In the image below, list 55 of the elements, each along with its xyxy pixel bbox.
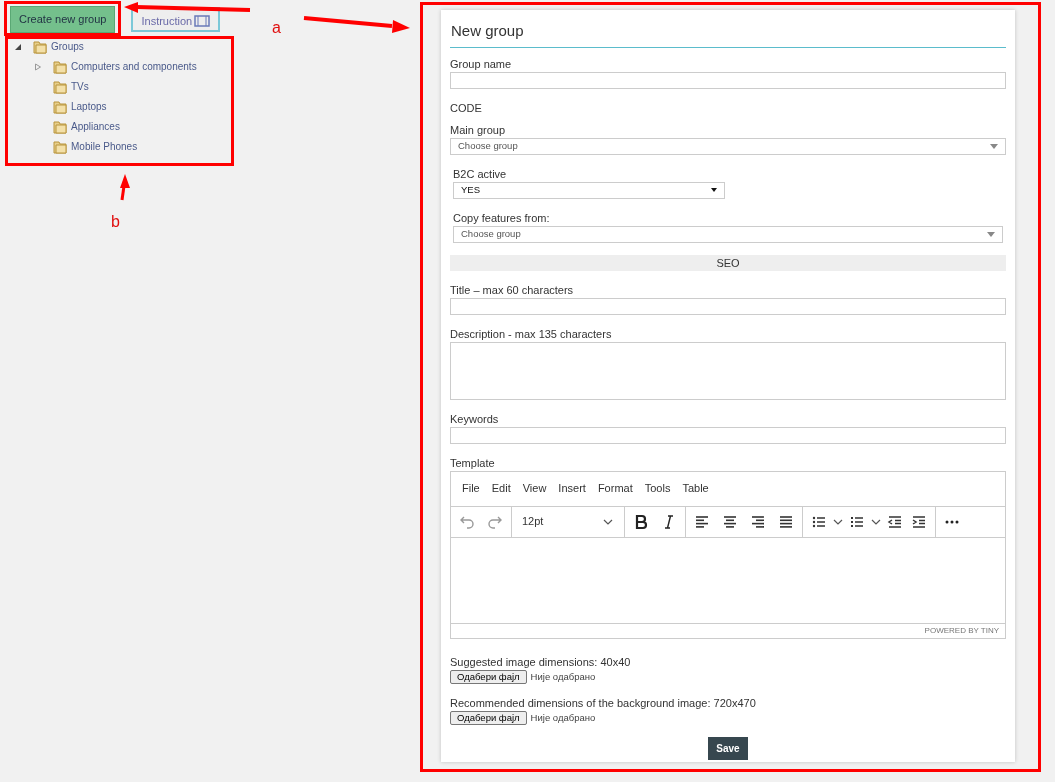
folder-icon bbox=[52, 98, 68, 115]
tree-item[interactable]: Laptops bbox=[71, 96, 107, 117]
annotation-label: a bbox=[272, 18, 281, 38]
code-label: CODE bbox=[450, 100, 483, 115]
field-label: Recommended dimensions of the background image: 720x470 bbox=[450, 695, 757, 710]
menu-item[interactable]: Edit bbox=[485, 480, 517, 497]
menu-item[interactable]: Format bbox=[591, 480, 639, 497]
file-status: Није одабрано bbox=[530, 669, 596, 684]
menu-item[interactable]: View bbox=[516, 480, 553, 497]
form-title: New group bbox=[450, 16, 1006, 48]
field-label: Copy features from: bbox=[453, 210, 551, 225]
folder-icon bbox=[52, 138, 68, 155]
dropdown-arrow-icon bbox=[987, 231, 995, 237]
dropdown-arrow-icon bbox=[990, 143, 998, 149]
tree-item[interactable]: TVs bbox=[71, 76, 89, 97]
text-field[interactable] bbox=[450, 426, 1006, 444]
field-label: Main group bbox=[450, 122, 507, 137]
annotation-label: b bbox=[111, 212, 120, 232]
textarea-field[interactable] bbox=[450, 341, 1006, 400]
menu-item[interactable]: Table bbox=[676, 480, 715, 497]
field-label: Group name bbox=[450, 56, 513, 71]
expanded-triangle-icon[interactable] bbox=[14, 42, 22, 51]
dropdown-arrow-icon bbox=[711, 188, 717, 192]
choose-file-button[interactable]: Одабери фајл bbox=[450, 669, 527, 684]
file-status: Није одабрано bbox=[530, 710, 596, 725]
menu-item[interactable]: Insert bbox=[552, 480, 592, 497]
section-header: SEO bbox=[450, 254, 1006, 271]
tree-item[interactable]: Computers and components bbox=[71, 56, 197, 77]
tree-item[interactable]: Appliances bbox=[71, 116, 120, 137]
select-field[interactable]: Choose group bbox=[450, 137, 1006, 155]
tree-item[interactable]: Mobile Phones bbox=[71, 136, 138, 157]
folder-icon bbox=[52, 58, 68, 75]
text-field[interactable] bbox=[450, 297, 1006, 315]
select-field[interactable]: Choose group bbox=[453, 225, 1003, 243]
choose-file-button[interactable]: Одабери фајл bbox=[450, 710, 527, 725]
folder-icon bbox=[52, 118, 68, 135]
folder-icon bbox=[32, 38, 48, 55]
font-size-dropdown[interactable]: 12pt bbox=[516, 513, 620, 530]
folder-icon bbox=[52, 78, 68, 95]
save-button[interactable]: Save bbox=[708, 737, 748, 760]
field-label: Description - max 135 characters bbox=[450, 326, 613, 341]
create-group-button[interactable]: Create new group bbox=[10, 6, 116, 33]
select-field[interactable]: YES bbox=[453, 181, 725, 199]
field-label: Title – max 60 characters bbox=[450, 282, 575, 297]
tree-item[interactable]: Groups bbox=[51, 36, 84, 57]
menu-item[interactable]: Tools bbox=[638, 480, 677, 497]
menu-item[interactable]: File bbox=[456, 480, 486, 497]
text-field[interactable] bbox=[450, 71, 1006, 89]
branding-text: POWERED BY TINY bbox=[451, 622, 1005, 638]
field-label: Template bbox=[450, 455, 496, 470]
film-icon bbox=[194, 15, 211, 28]
field-label: Keywords bbox=[450, 411, 500, 426]
field-label: B2C active bbox=[453, 166, 508, 181]
arrow bbox=[120, 174, 130, 201]
field-label: Suggested image dimensions: 40x40 bbox=[450, 654, 632, 669]
